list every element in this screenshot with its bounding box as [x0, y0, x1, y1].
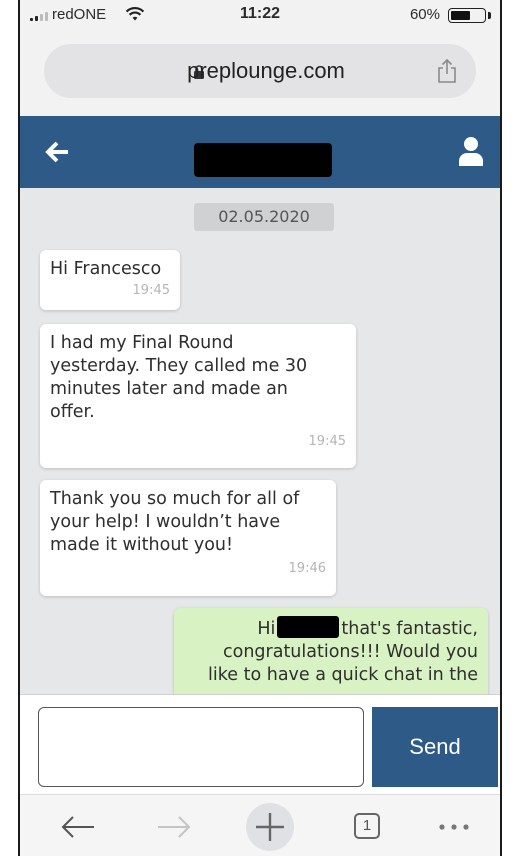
message-time: 19:45: [132, 283, 170, 298]
message-text: that's fantastic,: [341, 619, 478, 639]
message-composer: Send: [20, 694, 500, 794]
incoming-message: Hi Francesco 19:45: [40, 250, 180, 310]
redacted-name: [277, 616, 340, 638]
message-text: Hi Francesco: [50, 259, 162, 279]
incoming-message: Thank you so much for all of your help! …: [40, 480, 336, 596]
send-button[interactable]: Send: [372, 707, 498, 787]
message-time: 19:45: [308, 434, 346, 449]
battery-tip: [488, 12, 491, 19]
message-text-line: your help! I wouldn’t have: [50, 512, 281, 532]
user-profile-icon[interactable]: [458, 136, 484, 166]
tabs-count: 1: [354, 813, 380, 839]
message-text-line: made it without you!: [50, 535, 234, 555]
battery-percent: 60%: [409, 6, 440, 23]
incoming-message: I had my Final Round yesterday. They cal…: [40, 324, 356, 468]
browser-back-icon[interactable]: [58, 807, 98, 847]
battery-icon: [448, 8, 486, 23]
message-text: Hi: [257, 619, 276, 639]
browser-forward-icon[interactable]: [154, 807, 194, 847]
tabs-count-button[interactable]: 1: [348, 807, 388, 847]
message-text-line: minutes later and made an: [50, 379, 288, 399]
message-text-line: Thank you so much for all of: [50, 489, 300, 509]
more-options-icon[interactable]: [434, 807, 474, 847]
browser-toolbar: 1: [20, 794, 500, 856]
message-time: 19:46: [288, 561, 326, 576]
chat-messages[interactable]: 02.05.2020 Hi Francesco 19:45 I had my F…: [20, 188, 500, 694]
contact-name-redacted: [194, 143, 332, 177]
message-text-line: congratulations!!! Would you: [223, 642, 478, 662]
url-text: preplounge.com: [187, 58, 345, 83]
date-separator: 02.05.2020: [194, 203, 334, 231]
new-tab-plus-icon[interactable]: [246, 803, 294, 851]
back-arrow-icon[interactable]: [44, 140, 70, 164]
message-text-line: like to have a quick chat in the: [208, 665, 478, 685]
message-text-line: yesterday. They called me 30: [50, 356, 308, 376]
message-text-line: Hi that's fantastic,: [184, 616, 478, 641]
outgoing-message: Hi that's fantastic, congratulations!!! W…: [174, 608, 488, 694]
message-input[interactable]: [38, 707, 364, 787]
message-text-line: I had my Final Round: [50, 333, 234, 353]
address-bar[interactable]: preplounge.com: [44, 44, 476, 98]
share-icon[interactable]: [436, 58, 458, 84]
chat-header: [20, 116, 500, 188]
phone-screen: redONE 11:22 60% preplounge.com 02.05.20…: [18, 0, 502, 856]
status-bar: redONE 11:22 60%: [20, 0, 500, 30]
message-text-line: offer.: [50, 402, 95, 422]
browser-address-area: preplounge.com: [20, 30, 500, 116]
